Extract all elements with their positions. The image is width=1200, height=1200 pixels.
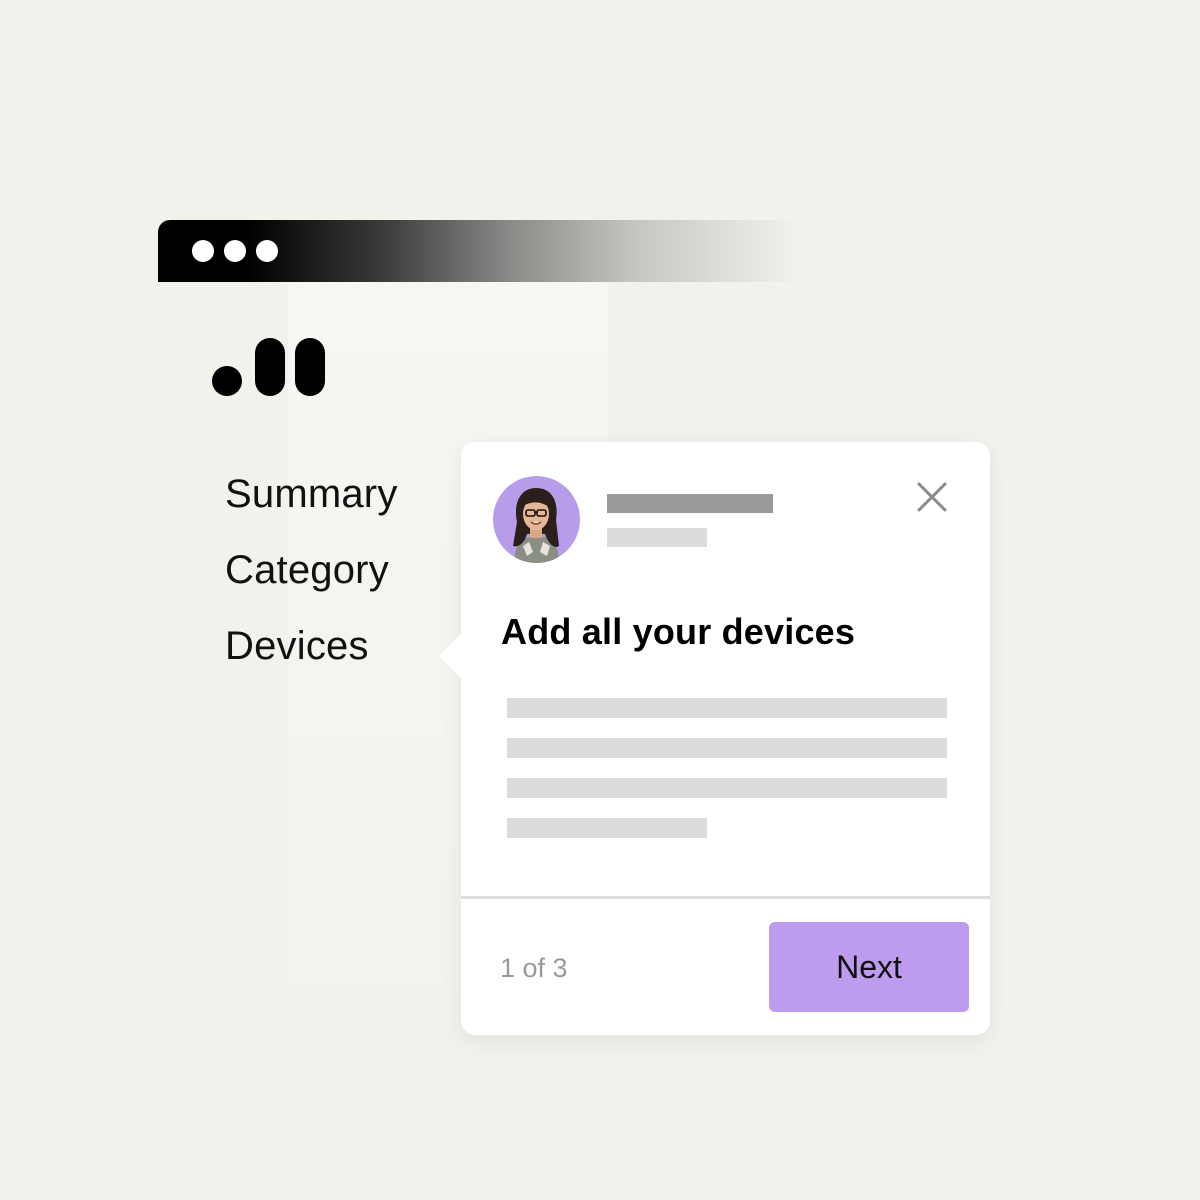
window-control-dot[interactable] (256, 240, 278, 262)
logo-bar (295, 338, 325, 396)
description-line-placeholder (507, 738, 947, 758)
description-line-placeholder (507, 818, 707, 838)
author-role-placeholder (607, 528, 707, 547)
next-button[interactable]: Next (769, 922, 969, 1012)
user-avatar (493, 476, 580, 563)
description-line-placeholder (507, 698, 947, 718)
window-titlebar (158, 220, 798, 282)
author-name-placeholder (607, 494, 773, 513)
popover-pointer (439, 632, 463, 680)
nav-item-summary[interactable]: Summary (225, 474, 398, 514)
close-icon (917, 482, 947, 512)
description-line-placeholder (507, 778, 947, 798)
window-control-dot[interactable] (224, 240, 246, 262)
logo-dot (212, 366, 242, 396)
window-control-dot[interactable] (192, 240, 214, 262)
logo-bar (255, 338, 285, 396)
nav-item-devices[interactable]: Devices (225, 626, 369, 666)
popover-title: Add all your devices (501, 611, 856, 652)
app-logo (210, 338, 325, 398)
nav-item-category[interactable]: Category (225, 550, 389, 590)
onboarding-tour-popover: Add all your devices 1 of 3 Next (439, 442, 990, 1035)
close-button[interactable] (913, 478, 951, 516)
popover-footer-divider (461, 896, 990, 899)
person-portrait-icon (513, 488, 560, 563)
step-counter: 1 of 3 (500, 953, 568, 983)
